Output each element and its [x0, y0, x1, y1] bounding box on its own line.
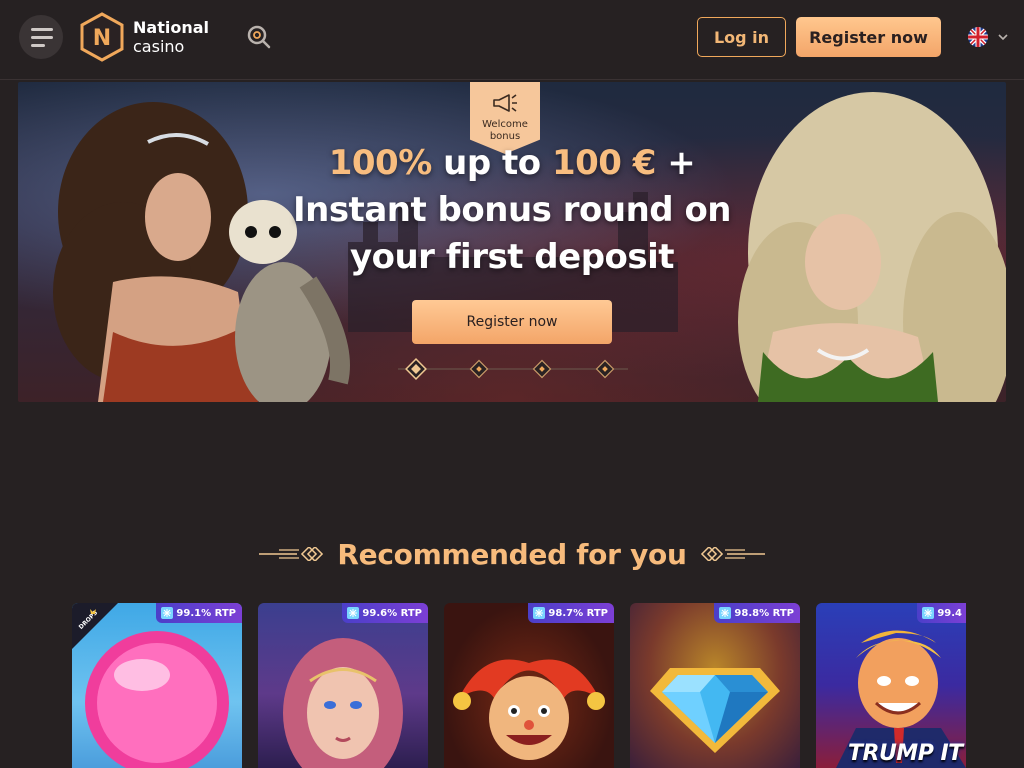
jester-art: [453, 659, 605, 760]
register-button[interactable]: Register now: [796, 17, 941, 57]
chevron-down-icon: [998, 34, 1008, 41]
slide-dot-4[interactable]: [595, 359, 615, 379]
hamburger-menu-icon[interactable]: [19, 15, 63, 59]
slide-dot-3[interactable]: [532, 359, 552, 379]
rtp-label: 99.6% RTP: [362, 607, 422, 619]
language-selector[interactable]: [968, 27, 1008, 47]
snowflake-icon: [161, 607, 174, 619]
snowflake-icon: [533, 607, 546, 619]
game-card[interactable]: TRUMP IT 99.4: [816, 603, 966, 768]
game-caption: TRUMP IT: [848, 741, 963, 766]
snowflake-icon: [922, 607, 935, 619]
rtp-label: 99.1% RTP: [176, 607, 236, 619]
logo-letter: N: [93, 26, 111, 51]
fantasy-woman-art: [283, 638, 403, 768]
hero-title-highlight-amount: 100 €: [551, 143, 656, 183]
megaphone-icon: [493, 94, 517, 112]
rtp-badge: 98.8% RTP: [714, 603, 800, 623]
header-divider: [0, 79, 1024, 80]
game-card[interactable]: DROPS 99.1% RTP: [72, 603, 242, 768]
rtp-badge: 99.1% RTP: [156, 603, 242, 623]
welcome-bonus-banner[interactable]: Welcome bonus 100% up to 100 € + Instant…: [18, 82, 1006, 402]
diamond-art: [650, 668, 780, 753]
hero-title-mid: up to: [431, 143, 552, 183]
slide-dot-1[interactable]: [405, 358, 427, 380]
site-logo[interactable]: N National casino: [79, 12, 209, 62]
search-icon[interactable]: [244, 22, 274, 52]
hero-title-line3: your first deposit: [349, 237, 675, 277]
ornament-right-icon: [700, 547, 765, 561]
snowflake-icon: [719, 607, 732, 619]
site-header: N National casino Log in Register now: [0, 0, 1024, 76]
rtp-label: 98.8% RTP: [734, 607, 794, 619]
hero-title-line2: Instant bonus round on: [292, 190, 732, 230]
login-button[interactable]: Log in: [697, 17, 786, 57]
slider-pagination[interactable]: [398, 358, 628, 380]
rtp-badge: 99.6% RTP: [342, 603, 428, 623]
logo-line1: National: [133, 18, 209, 37]
snowflake-icon: [347, 607, 360, 619]
uk-flag-icon: [968, 27, 988, 47]
slide-dot-2[interactable]: [469, 359, 489, 379]
ornament-left-icon: [259, 547, 324, 561]
badge-line1: Welcome: [482, 119, 528, 130]
recommended-heading: Recommended for you: [0, 532, 1024, 576]
hero-register-button[interactable]: Register now: [412, 300, 612, 344]
hero-title: 100% up to 100 € + Instant bonus round o…: [18, 140, 1006, 281]
rtp-badge: 98.7% RTP: [528, 603, 614, 623]
game-card[interactable]: 98.8% RTP: [630, 603, 800, 768]
rtp-badge: 99.4: [917, 603, 966, 623]
logo-line2: casino: [133, 37, 185, 56]
drops-and-wins-badge: DROPS: [72, 603, 118, 649]
recommended-games-row: DROPS 99.1% RTP 99.6% RTP 98.7% RTP 98.8…: [72, 603, 1024, 768]
hero-title-highlight-percent: 100%: [328, 143, 433, 183]
game-card[interactable]: 99.6% RTP: [258, 603, 428, 768]
game-card[interactable]: 98.7% RTP: [444, 603, 614, 768]
hero-title-plus: +: [655, 143, 696, 183]
rtp-label: 99.4: [937, 607, 962, 619]
logo-hexagon-icon: N: [80, 12, 124, 62]
rtp-label: 98.7% RTP: [548, 607, 608, 619]
recommended-title: Recommended for you: [337, 537, 687, 571]
